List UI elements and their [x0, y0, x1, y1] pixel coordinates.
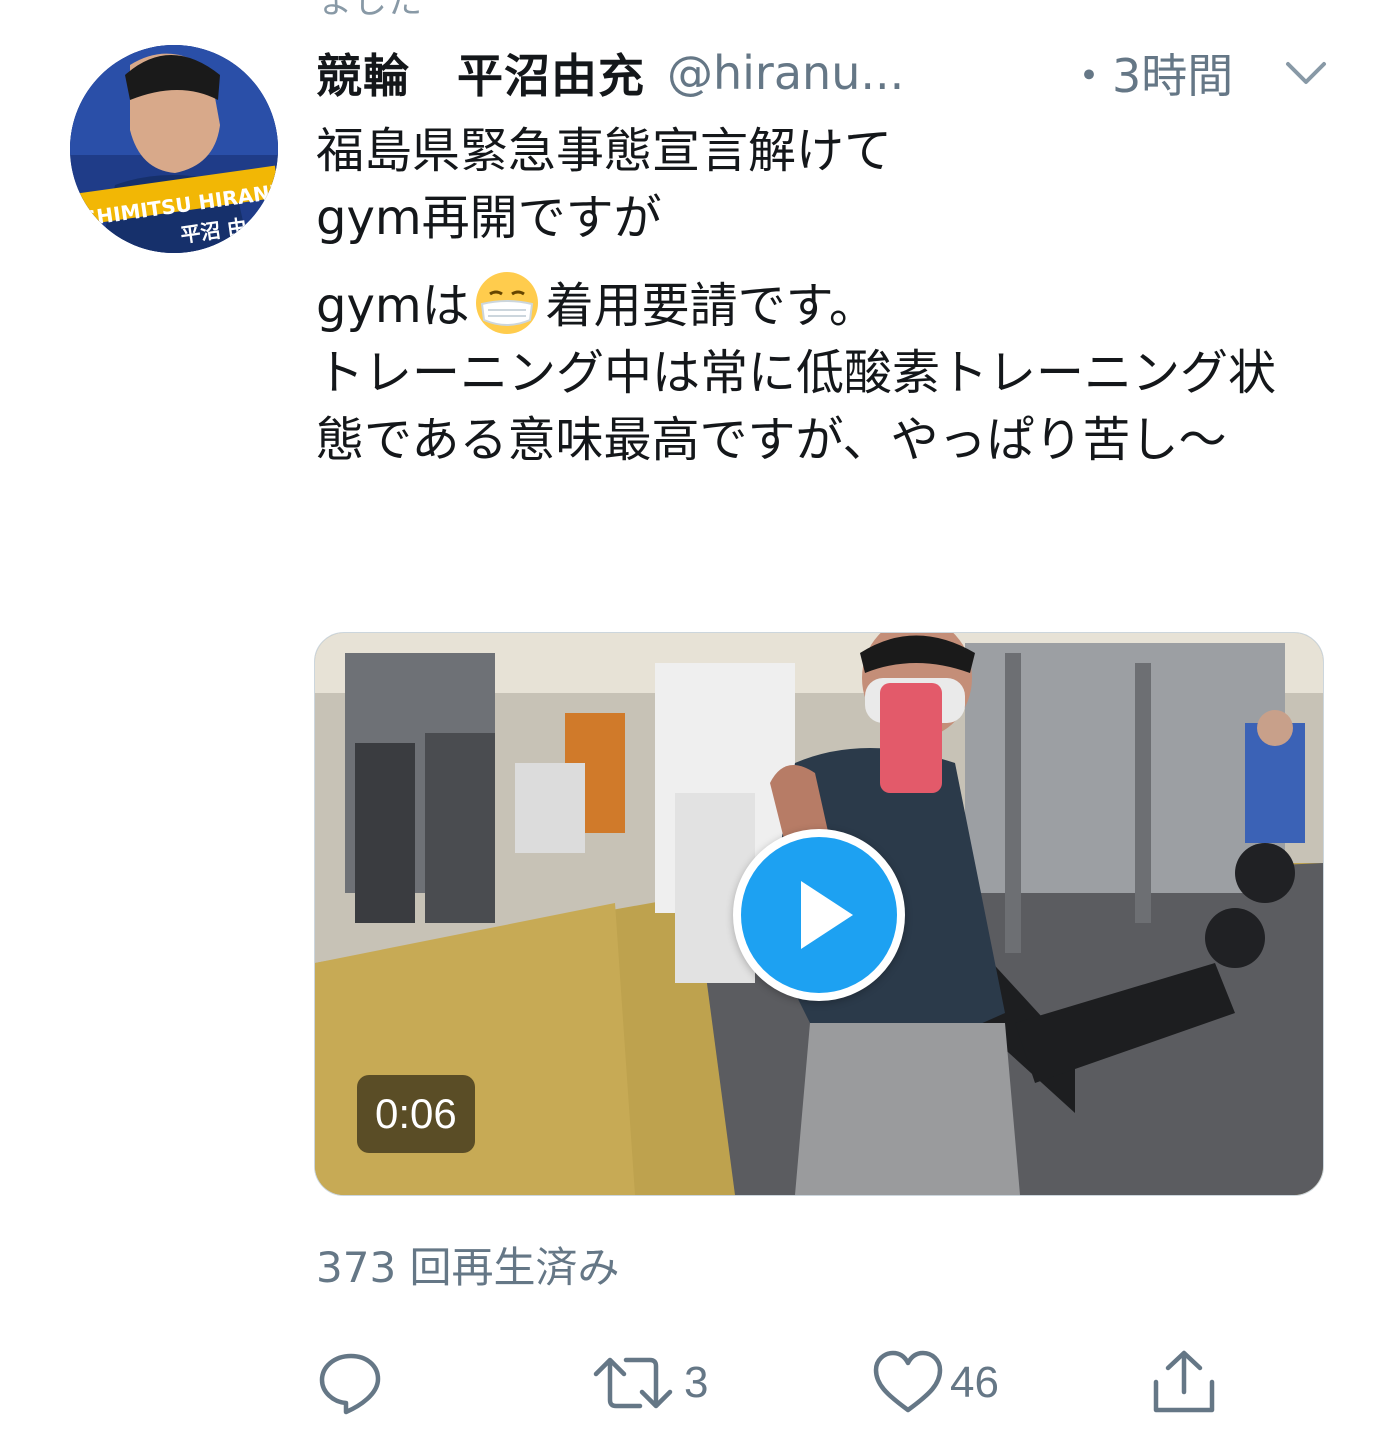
tweet-text-line: gym再開ですが [316, 190, 662, 246]
user-handle[interactable]: @hiranu... [667, 46, 904, 100]
display-name[interactable]: 競輪 平沼由充 [316, 40, 645, 106]
face-with-mask-emoji-icon [474, 270, 540, 336]
tweet-text-segment: gymは [316, 278, 470, 334]
like-button[interactable]: 46 [872, 1348, 999, 1418]
reply-icon [319, 1353, 381, 1415]
share-button[interactable] [1148, 1348, 1220, 1418]
retweet-icon [593, 1357, 673, 1409]
like-count: 46 [950, 1358, 999, 1407]
heart-icon [873, 1350, 943, 1413]
reply-button[interactable] [316, 1348, 386, 1418]
retweet-count: 3 [684, 1358, 709, 1407]
previous-context-text: ました [318, 0, 423, 22]
avatar[interactable]: SHIMITSU HIRANUMA 平沼 由 [70, 45, 278, 253]
tweet-text-line: gymは 着用要請です。 [316, 270, 1316, 340]
play-icon [801, 881, 853, 949]
view-count: 373 回再生済み [316, 1243, 620, 1292]
video-duration-badge: 0:06 [357, 1075, 475, 1153]
share-icon [1153, 1350, 1215, 1413]
retweet-button[interactable]: 3 [588, 1348, 708, 1418]
chevron-down-icon[interactable] [1282, 56, 1330, 92]
tweet-text-segment: 着用要請です。 [545, 278, 877, 334]
tweet-text-line: 福島県緊急事態宣言解けて [316, 123, 893, 179]
video-player[interactable]: 0:06 [314, 632, 1324, 1196]
tweet-text: 福島県緊急事態宣言解けて gym再開ですが gymは 着用要請です。 トレーニング… [316, 118, 1316, 474]
tweet-text-line: トレーニング中は常に低酸素トレーニング状態である意味最高ですが、やっぱり苦し〜 [316, 345, 1277, 468]
play-button[interactable] [733, 829, 905, 1001]
tweet-timestamp[interactable]: ・3時間 [1066, 40, 1233, 106]
